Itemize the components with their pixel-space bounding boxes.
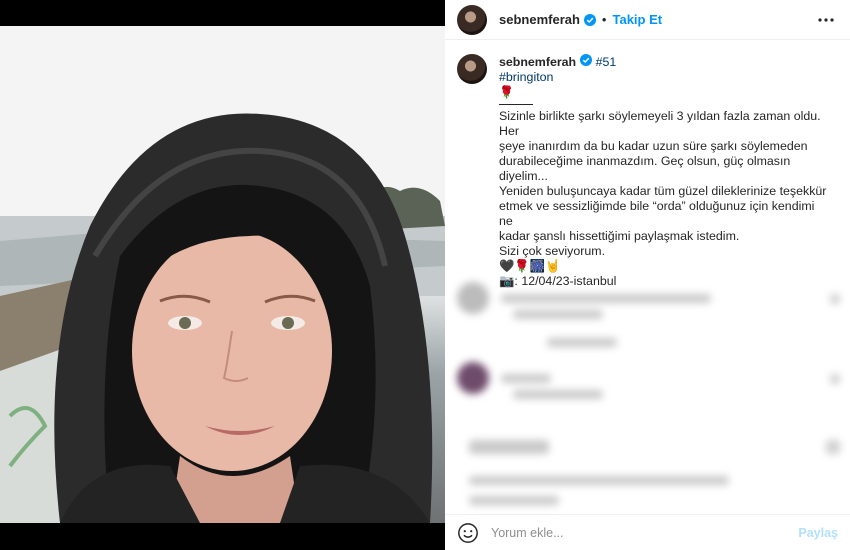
caption-avatar[interactable] xyxy=(457,54,487,84)
caption-text-line: şeye inanırdım da bu kadar uzun süre şar… xyxy=(499,139,808,153)
rose-emoji: 🌹 xyxy=(499,85,514,99)
comment-composer: Paylaş xyxy=(445,514,850,550)
header-separator: • xyxy=(601,12,607,27)
more-horizontal-icon xyxy=(818,17,834,22)
post-photo[interactable] xyxy=(0,26,445,523)
post-sidebar: sebnemferah • Takip Et sebnemferah #51 #… xyxy=(445,0,850,550)
caption-text-line: kadar şanslı hissettiğimi paylaşmak iste… xyxy=(499,229,740,243)
comment-text-blurred xyxy=(501,293,711,303)
comment-text-blurred xyxy=(501,373,551,383)
post-comment-button[interactable]: Paylaş xyxy=(798,526,838,540)
verified-badge-icon xyxy=(583,13,596,26)
commenter-avatar xyxy=(457,282,489,314)
author-avatar[interactable] xyxy=(457,4,487,35)
comment-meta-blurred xyxy=(513,390,603,399)
caption-divider xyxy=(499,104,533,105)
post-header: sebnemferah • Takip Et xyxy=(445,0,850,40)
likes-line-blurred xyxy=(469,476,729,485)
comment-input[interactable] xyxy=(491,525,781,540)
caption-text-line: durabileceğime inanmazdım. Geç olsun, gü… xyxy=(499,154,791,183)
comment-meta-blurred xyxy=(513,310,603,319)
timestamp-blurred xyxy=(469,496,559,505)
comment-like-icon xyxy=(830,294,840,304)
commenter-avatar xyxy=(457,362,489,394)
caption-number-tag[interactable]: #51 xyxy=(596,55,617,69)
caption-username[interactable]: sebnemferah xyxy=(499,55,576,69)
save-icon-blurred xyxy=(826,440,840,454)
selfie-image xyxy=(0,26,445,523)
author-username[interactable]: sebnemferah xyxy=(499,12,580,27)
post-media xyxy=(0,0,445,550)
comment-like-icon xyxy=(830,374,840,384)
more-options-button[interactable] xyxy=(814,8,838,32)
smile-icon[interactable] xyxy=(457,522,479,544)
caption-text-line: etmek ve sessizliğimde bile “orda” olduğ… xyxy=(499,199,815,228)
comment-replies-blurred xyxy=(547,338,617,347)
caption-head: sebnemferah #51 xyxy=(499,54,829,70)
follow-button[interactable]: Takip Et xyxy=(612,12,662,27)
caption-text-line: Sizinle birlikte şarkı söylemeyeli 3 yıl… xyxy=(499,109,821,138)
caption-text-line: Yeniden buluşuncaya kadar tüm güzel dile… xyxy=(499,184,827,198)
comments-list-blurred xyxy=(445,250,850,515)
caption-hashtag[interactable]: #bringiton xyxy=(499,70,829,85)
verified-badge-icon xyxy=(580,54,593,66)
actions-row-blurred xyxy=(469,440,549,454)
